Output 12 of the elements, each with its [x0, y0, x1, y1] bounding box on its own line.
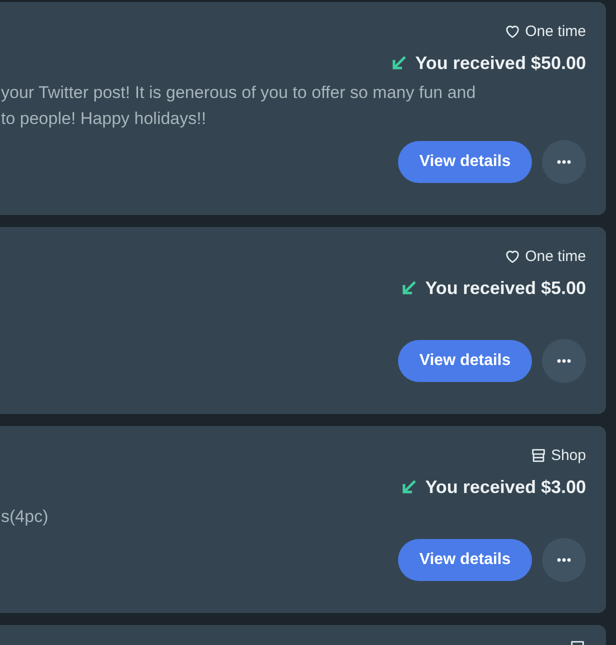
payment-type-label: One time — [525, 22, 586, 40]
view-details-button[interactable]: View details — [398, 340, 532, 382]
message-text: s(4pc) — [1, 506, 48, 528]
amount-text: You received $5.00 — [425, 278, 586, 298]
payment-type-label: One time — [525, 248, 586, 264]
view-details-button[interactable]: View details — [398, 141, 532, 183]
amount-text: You received $3.00 — [425, 476, 586, 498]
payment-type-label: Shop — [550, 446, 586, 464]
message-text: to people! Happy holidays!! — [1, 108, 206, 130]
amount-text: You received $50.00 — [415, 52, 586, 74]
view-details-button[interactable]: View details — [398, 539, 532, 581]
message-text: your Twitter post! It is generous of you to offer so many fun and — [1, 82, 476, 104]
